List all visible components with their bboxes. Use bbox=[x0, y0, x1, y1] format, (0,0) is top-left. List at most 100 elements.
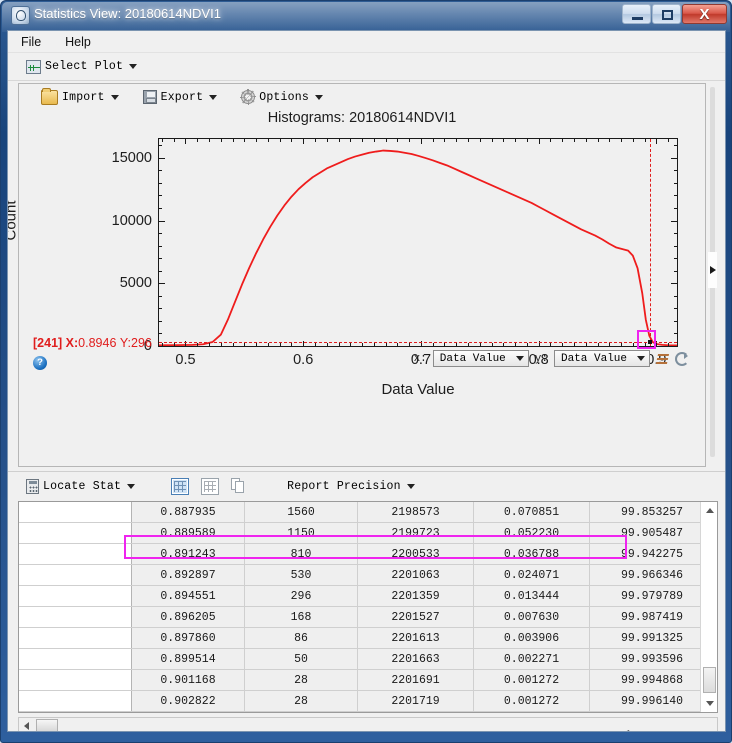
table-cell[interactable]: 99.987419 bbox=[589, 606, 714, 628]
stairs-icon[interactable] bbox=[656, 352, 669, 366]
table-cell[interactable]: 2201663 bbox=[357, 648, 474, 670]
table-cell[interactable]: 28 bbox=[244, 669, 358, 691]
table-cell[interactable]: 810 bbox=[244, 543, 358, 565]
table-row[interactable]: 0.887935 1560 2198573 0.070851 99.853257 bbox=[19, 502, 714, 523]
menu-item-help[interactable]: Help bbox=[62, 33, 94, 51]
table-row-header-cell[interactable] bbox=[19, 606, 132, 628]
table-row[interactable]: 0.891243 810 2200533 0.036788 99.942275 bbox=[19, 543, 714, 565]
table-cell[interactable]: 99.994868 bbox=[589, 669, 714, 691]
table-cell[interactable]: 0.024071 bbox=[473, 564, 590, 586]
list-view-icon[interactable] bbox=[201, 477, 220, 495]
table-cell[interactable]: 0.001272 bbox=[473, 690, 590, 712]
table-cell[interactable]: 296 bbox=[244, 585, 358, 607]
x-axis-select[interactable]: Data Value bbox=[432, 350, 529, 367]
maximize-button[interactable] bbox=[652, 4, 681, 24]
table-cell[interactable]: 28 bbox=[244, 690, 358, 712]
table-row-header-cell[interactable] bbox=[19, 585, 132, 607]
table-cell[interactable]: 99.993596 bbox=[589, 648, 714, 670]
table-cell[interactable]: 2201691 bbox=[357, 669, 474, 691]
table-cell[interactable]: 0.904476 bbox=[131, 711, 245, 712]
table-cell[interactable]: 2201359 bbox=[357, 585, 474, 607]
table-cell[interactable]: 0.001272 bbox=[473, 669, 590, 691]
panel-splitter[interactable] bbox=[708, 87, 717, 457]
hscroll-thumb[interactable] bbox=[36, 719, 58, 731]
table-cell[interactable]: 0.889589 bbox=[131, 522, 245, 544]
table-cell[interactable]: 2198573 bbox=[357, 502, 474, 523]
table-cell[interactable]: 0.892897 bbox=[131, 564, 245, 586]
table-cell[interactable]: 0.891243 bbox=[131, 543, 245, 565]
table-row-header-cell[interactable] bbox=[19, 648, 132, 670]
table-cell[interactable]: 0.896205 bbox=[131, 606, 245, 628]
table-cell[interactable]: 1560 bbox=[244, 502, 358, 523]
table-cell[interactable]: 0.887935 bbox=[131, 502, 245, 523]
table-cell[interactable]: 0.899514 bbox=[131, 648, 245, 670]
table-row[interactable]: 0.902822 28 2201719 0.001272 99.996140 bbox=[19, 690, 714, 712]
locate-stat-button[interactable]: Locate Stat bbox=[22, 477, 139, 496]
table-cell[interactable]: 99.966346 bbox=[589, 564, 714, 586]
table-row-header-cell[interactable] bbox=[19, 564, 132, 586]
table-row[interactable]: 0.901168 28 2201691 0.001272 99.994868 bbox=[19, 669, 714, 691]
table-cell[interactable]: 0.070851 bbox=[473, 502, 590, 523]
table-row[interactable]: 0.892897 530 2201063 0.024071 99.966346 bbox=[19, 564, 714, 586]
table-cell[interactable]: 0.003906 bbox=[473, 627, 590, 649]
table-cell[interactable]: 99.991325 bbox=[589, 627, 714, 649]
table-row-header-cell[interactable] bbox=[19, 627, 132, 649]
table-row-header-cell[interactable] bbox=[19, 690, 132, 712]
table-cell[interactable]: 86 bbox=[244, 627, 358, 649]
table-cell[interactable]: 99.997366 bbox=[589, 711, 714, 712]
table-cell[interactable]: 50 bbox=[244, 648, 358, 670]
grid-view-icon[interactable] bbox=[171, 477, 190, 495]
table-cell[interactable]: 0.007630 bbox=[473, 606, 590, 628]
close-button[interactable]: X bbox=[682, 4, 727, 24]
table-row-header-cell[interactable] bbox=[19, 522, 132, 544]
table-row-header-cell[interactable] bbox=[19, 669, 132, 691]
table-row-header-cell[interactable] bbox=[19, 543, 132, 565]
splitter-expand-handle[interactable] bbox=[708, 252, 717, 288]
import-button[interactable]: Import bbox=[37, 87, 123, 107]
minimize-button[interactable] bbox=[622, 4, 651, 24]
table-cell[interactable]: 168 bbox=[244, 606, 358, 628]
table-cell[interactable]: 0.052230 bbox=[473, 522, 590, 544]
table-cell[interactable]: 0.013444 bbox=[473, 585, 590, 607]
table-row[interactable]: 0.897860 86 2201613 0.003906 99.991325 bbox=[19, 627, 714, 649]
horizontal-scrollbar[interactable] bbox=[18, 717, 718, 731]
options-button[interactable]: Options bbox=[237, 88, 327, 106]
table-cell[interactable]: 99.979789 bbox=[589, 585, 714, 607]
refresh-icon[interactable] bbox=[675, 351, 689, 366]
table-cell[interactable]: 530 bbox=[244, 564, 358, 586]
scroll-down-button[interactable] bbox=[701, 695, 717, 712]
table-row[interactable]: 0.896205 168 2201527 0.007630 99.987419 bbox=[19, 606, 714, 628]
table-cell[interactable]: 2201719 bbox=[357, 690, 474, 712]
table-cell[interactable]: 99.942275 bbox=[589, 543, 714, 565]
table-row[interactable]: 0.899514 50 2201663 0.002271 99.993596 bbox=[19, 648, 714, 670]
table-cell[interactable]: 0.002271 bbox=[473, 648, 590, 670]
table-cell[interactable]: 2201527 bbox=[357, 606, 474, 628]
scroll-up-button[interactable] bbox=[701, 502, 717, 519]
table-cell[interactable]: 2201746 bbox=[357, 711, 474, 712]
table-cell[interactable]: 0.897860 bbox=[131, 627, 245, 649]
scroll-thumb[interactable] bbox=[703, 667, 716, 693]
select-plot-button[interactable]: Select Plot bbox=[22, 58, 141, 76]
help-icon[interactable]: ? bbox=[33, 356, 47, 370]
table-cell[interactable]: 0.036788 bbox=[473, 543, 590, 565]
title-bar[interactable]: Statistics View: 20180614NDVI1 X bbox=[1, 1, 732, 30]
table-cell[interactable]: 99.853257 bbox=[589, 502, 714, 523]
table-row-header-cell[interactable] bbox=[19, 502, 132, 523]
table-cell[interactable]: 27 bbox=[244, 711, 358, 712]
plot-axes[interactable]: 0 5000 10000 15000 0.5 0.6 0.7 0.8 0.9 bbox=[112, 138, 678, 368]
table-cell[interactable]: 2199723 bbox=[357, 522, 474, 544]
report-precision-button[interactable]: Report Precision bbox=[283, 478, 419, 495]
statistics-table[interactable]: 0.887935 1560 2198573 0.070851 99.853257 0.88… bbox=[18, 501, 718, 713]
table-row[interactable]: 0.889589 1150 2199723 0.052230 99.905487 bbox=[19, 522, 714, 544]
table-row[interactable]: 0.9044762722017460.00122699.997366 bbox=[19, 711, 714, 712]
table-cell[interactable]: 1150 bbox=[244, 522, 358, 544]
table-row[interactable]: 0.894551 296 2201359 0.013444 99.979789 bbox=[19, 585, 714, 607]
menu-item-file[interactable]: File bbox=[18, 33, 44, 51]
table-cell[interactable]: 0.902822 bbox=[131, 690, 245, 712]
table-cell[interactable]: 2201613 bbox=[357, 627, 474, 649]
table-row-header-cell[interactable] bbox=[19, 711, 132, 712]
scroll-left-button[interactable] bbox=[19, 718, 34, 731]
table-cell[interactable]: 0.901168 bbox=[131, 669, 245, 691]
copy-icon[interactable] bbox=[231, 478, 245, 494]
table-cell[interactable]: 0.894551 bbox=[131, 585, 245, 607]
